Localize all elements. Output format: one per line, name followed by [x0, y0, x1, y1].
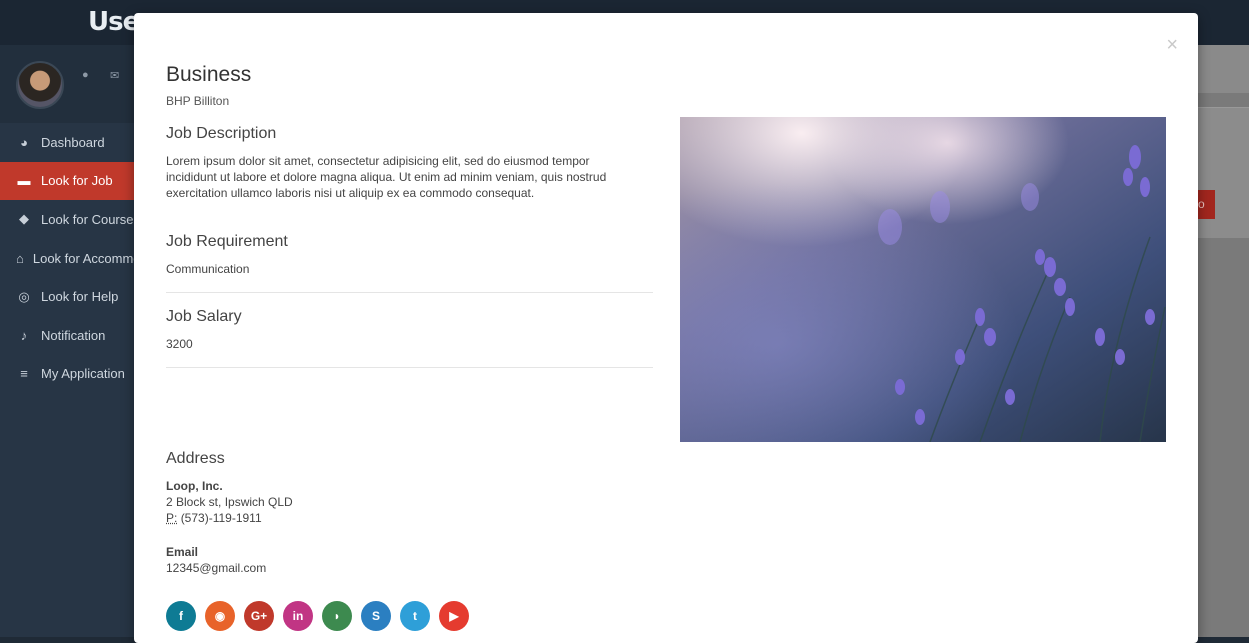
divider	[166, 367, 653, 368]
job-requirement-heading: Job Requirement	[166, 233, 288, 250]
sidebar-profile: ● ✉	[0, 45, 134, 123]
facebook-icon[interactable]: f	[166, 601, 196, 631]
sidebar-item-dashboard[interactable]: ◕ Dashboard	[0, 123, 134, 162]
job-description-heading: Job Description	[166, 125, 277, 142]
address-company: Loop, Inc.	[166, 479, 223, 493]
email-value[interactable]: 12345@gmail.com	[166, 560, 266, 576]
job-requirement-value: Communication	[166, 262, 250, 276]
background-button-fragment: o	[1198, 197, 1205, 211]
sidebar-item-label: Look for Help	[41, 289, 119, 305]
app-brand[interactable]: User	[0, 0, 134, 45]
briefcase-icon: ▬	[17, 173, 31, 189]
job-description-line: Lorem ipsum dolor sit amet, consectetur …	[166, 154, 590, 168]
job-salary-heading: Job Salary	[166, 308, 242, 325]
sidebar-item-label: Look for Job	[41, 173, 113, 189]
social-links: f ◉ G+ in ◗ S t ▶	[166, 601, 469, 631]
close-icon[interactable]: ×	[1166, 35, 1178, 55]
life-ring-icon: ◎	[18, 288, 30, 304]
sidebar: ● ✉ ◕ Dashboard ▬ Look for Job ◆ Look fo…	[0, 45, 134, 637]
email-block: Email 12345@gmail.com	[166, 544, 266, 576]
github-icon[interactable]: ◉	[205, 601, 235, 631]
divider	[166, 292, 653, 293]
rss-icon[interactable]: ◗	[322, 601, 352, 631]
address-phone: P: (573)-119-1911	[166, 510, 293, 526]
job-description-line: incididunt ut labore et dolore magna ali…	[166, 170, 607, 184]
sidebar-item-label: Look for Course	[41, 211, 134, 227]
sidebar-item-look-for-help[interactable]: ◎ Look for Help	[0, 277, 134, 316]
home-icon: ⌂	[16, 250, 24, 266]
address-street: 2 Block st, Ipswich QLD	[166, 495, 293, 509]
bell-icon: ♪	[20, 327, 28, 343]
sidebar-item-label: Look for Accommodation	[32, 250, 134, 266]
envelope-icon[interactable]: ✉	[110, 69, 122, 82]
job-description-line: exercitation ullamco laboris nisi ut ali…	[166, 186, 535, 200]
background-header-strip	[1198, 45, 1249, 93]
twitter-icon[interactable]: t	[400, 601, 430, 631]
email-heading: Email	[166, 545, 199, 559]
youtube-icon[interactable]: ▶	[439, 601, 469, 631]
skype-icon[interactable]: S	[361, 601, 391, 631]
job-description-text: Lorem ipsum dolor sit amet, consectetur …	[166, 153, 606, 201]
dashboard-icon: ◕	[20, 134, 28, 150]
address-block: Loop, Inc. 2 Block st, Ipswich QLD P: (5…	[166, 478, 293, 526]
sidebar-item-look-for-accommodation[interactable]: ⌂ Look for Accommodation	[0, 239, 134, 278]
sidebar-item-label: Dashboard	[41, 134, 105, 150]
company-name: BHP Billiton	[166, 94, 230, 108]
background-action-button: o	[1198, 190, 1215, 219]
user-icon[interactable]: ●	[82, 69, 94, 81]
sidebar-item-label: My Application	[41, 366, 125, 382]
sidebar-item-look-for-job[interactable]: ▬ Look for Job	[0, 161, 134, 201]
sidebar-item-my-application[interactable]: ≡ My Application	[0, 355, 134, 394]
avatar[interactable]	[16, 61, 64, 109]
list-icon: ≡	[20, 366, 28, 382]
phone-number: (573)-119-1911	[180, 511, 262, 525]
linkedin-icon[interactable]: in	[283, 601, 313, 631]
job-detail-modal: × Business BHP Billiton Job Description …	[134, 13, 1198, 643]
job-salary-value: 3200	[166, 337, 193, 351]
graduation-cap-icon: ◆	[19, 211, 29, 227]
phone-abbr: P:	[166, 511, 178, 525]
google-plus-icon[interactable]: G+	[244, 601, 274, 631]
sidebar-item-label: Notification	[41, 327, 106, 343]
job-image	[680, 117, 1166, 442]
lavender-photo	[680, 117, 1166, 442]
address-heading: Address	[166, 450, 225, 467]
sidebar-item-notification[interactable]: ♪ Notification	[0, 316, 134, 355]
sidebar-item-look-for-course[interactable]: ◆ Look for Course	[0, 200, 134, 239]
modal-title: Business	[166, 63, 252, 86]
sidebar-menu: ◕ Dashboard ▬ Look for Job ◆ Look for Co…	[0, 123, 134, 393]
